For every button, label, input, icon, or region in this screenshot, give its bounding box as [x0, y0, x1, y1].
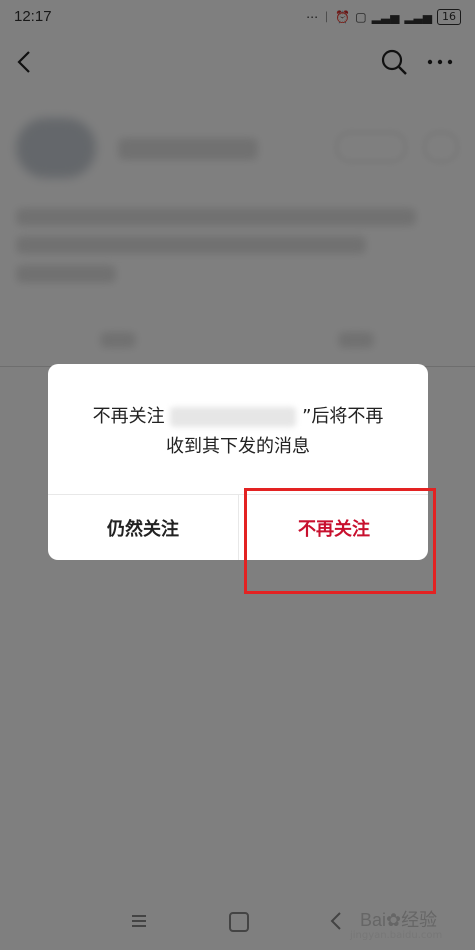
navigation-bar: Bai✿经验 jingyan.baidu.com	[0, 898, 475, 950]
paw-icon: ✿	[386, 910, 402, 930]
account-name-redacted	[170, 407, 297, 427]
baidu-watermark-logo: Bai✿经验	[360, 910, 438, 930]
dialog-message: 不再关注 ”后将不再 收到其下发的消息	[48, 402, 428, 462]
back-triangle-icon[interactable]	[328, 910, 344, 932]
dialog-message-line1: 不再关注 ”后将不再	[92, 406, 384, 427]
menu-icon[interactable]	[130, 912, 148, 930]
keep-following-button[interactable]: 仍然关注	[48, 495, 238, 560]
highlight-annotation	[244, 488, 436, 594]
dialog-message-line2: 收到其下发的消息	[166, 436, 310, 457]
watermark-url: jingyan.baidu.com	[350, 930, 443, 941]
home-icon[interactable]	[229, 912, 249, 932]
